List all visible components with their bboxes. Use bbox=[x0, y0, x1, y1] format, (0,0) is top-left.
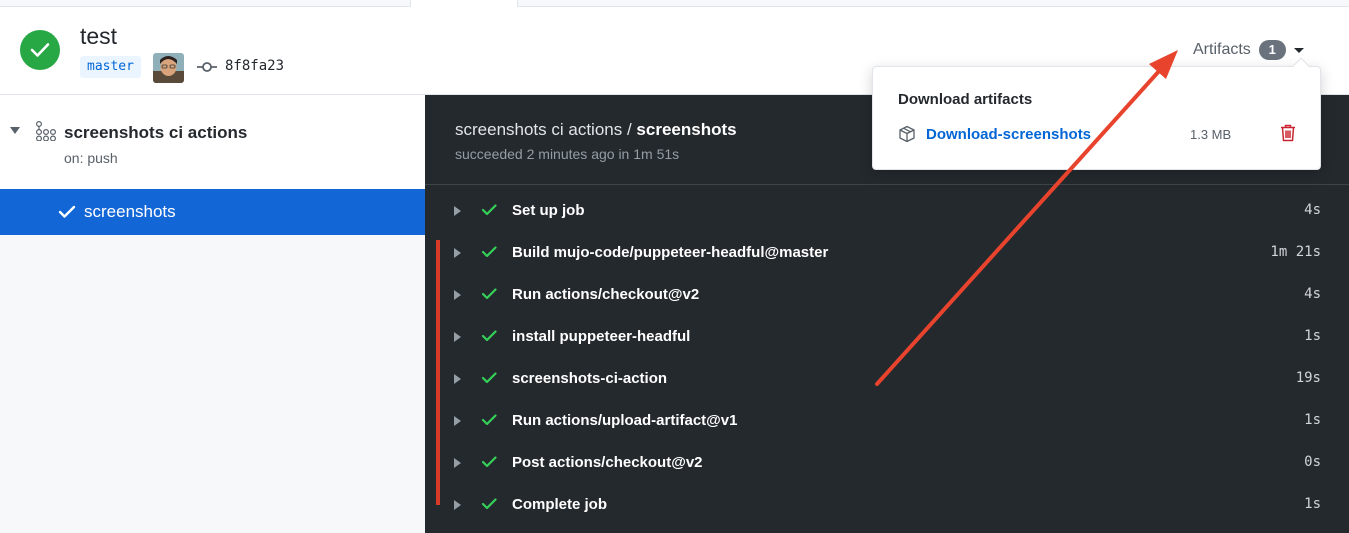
step-duration: 4s bbox=[1304, 286, 1321, 302]
commit-icon bbox=[197, 59, 217, 75]
trash-icon[interactable] bbox=[1280, 124, 1296, 142]
avatar[interactable] bbox=[153, 53, 184, 83]
step-name: screenshots-ci-action bbox=[512, 370, 668, 387]
sidebar-job-screenshots[interactable]: screenshots bbox=[0, 189, 425, 235]
artifacts-label: Artifacts bbox=[1193, 41, 1251, 58]
log-subtitle: succeeded 2 minutes ago in 1m 51s bbox=[455, 146, 680, 162]
annotation-highlight-bar bbox=[436, 240, 440, 505]
check-icon bbox=[481, 414, 497, 426]
chevron-down-icon bbox=[1293, 47, 1304, 53]
download-artifact-link[interactable]: Download-screenshots bbox=[926, 126, 1091, 143]
collapse-triangle-icon[interactable] bbox=[10, 127, 20, 134]
artifacts-dropdown-button[interactable]: Artifacts 1 bbox=[1193, 39, 1304, 61]
step-duration: 19s bbox=[1295, 370, 1321, 386]
check-icon bbox=[58, 205, 76, 218]
check-icon bbox=[481, 246, 497, 258]
log-step[interactable]: install puppeteer-headful 1s bbox=[425, 316, 1349, 358]
expand-triangle-icon[interactable] bbox=[454, 290, 461, 300]
log-title-workflow: screenshots ci actions / bbox=[455, 120, 637, 139]
step-name: Build mujo-code/puppeteer-headful@master bbox=[512, 244, 829, 261]
workflow-name: screenshots ci actions bbox=[64, 123, 248, 142]
step-duration: 1s bbox=[1304, 496, 1321, 512]
workflow-graph-icon bbox=[35, 120, 57, 142]
step-duration: 1m 21s bbox=[1270, 244, 1321, 260]
expand-triangle-icon[interactable] bbox=[454, 332, 461, 342]
expand-triangle-icon[interactable] bbox=[454, 500, 461, 510]
expand-triangle-icon[interactable] bbox=[454, 206, 461, 216]
divider bbox=[425, 184, 1349, 185]
check-icon bbox=[481, 498, 497, 510]
success-status-icon bbox=[20, 30, 60, 70]
run-title: test bbox=[80, 23, 118, 49]
dropdown-heading: Download artifacts bbox=[898, 91, 1033, 108]
log-step[interactable]: Post actions/checkout@v2 0s bbox=[425, 442, 1349, 484]
step-duration: 4s bbox=[1304, 202, 1321, 218]
step-name: Run actions/upload-artifact@v1 bbox=[512, 412, 738, 429]
package-icon bbox=[899, 125, 915, 143]
log-title-job: screenshots bbox=[636, 120, 737, 139]
job-label: screenshots bbox=[84, 202, 176, 221]
log-step[interactable]: Run actions/upload-artifact@v1 1s bbox=[425, 400, 1349, 442]
artifact-size: 1.3 MB bbox=[1190, 127, 1232, 142]
step-name: Post actions/checkout@v2 bbox=[512, 454, 703, 471]
check-icon bbox=[481, 372, 497, 384]
workflow-summary[interactable]: screenshots ci actions on: push bbox=[0, 95, 425, 189]
workflow-trigger: on: push bbox=[64, 150, 118, 166]
log-step[interactable]: Build mujo-code/puppeteer-headful@master… bbox=[425, 232, 1349, 274]
expand-triangle-icon[interactable] bbox=[454, 416, 461, 426]
artifact-row: Download-screenshots 1.3 MB bbox=[898, 122, 1298, 146]
step-duration: 1s bbox=[1304, 328, 1321, 344]
check-icon bbox=[481, 330, 497, 342]
tab-strip bbox=[0, 0, 1349, 8]
check-icon bbox=[481, 288, 497, 300]
step-name: Set up job bbox=[512, 202, 585, 219]
log-title: screenshots ci actions / screenshots bbox=[455, 120, 737, 140]
check-icon bbox=[481, 204, 497, 216]
log-step[interactable]: Complete job 1s bbox=[425, 484, 1349, 526]
log-step[interactable]: Set up job 4s bbox=[425, 190, 1349, 232]
artifacts-count-badge: 1 bbox=[1258, 40, 1286, 60]
workflow-sidebar: screenshots ci actions on: push screensh… bbox=[0, 95, 425, 533]
log-step[interactable]: Run actions/checkout@v2 4s bbox=[425, 274, 1349, 316]
branch-badge[interactable]: master bbox=[80, 56, 141, 78]
step-duration: 0s bbox=[1304, 454, 1321, 470]
log-step[interactable]: screenshots-ci-action 19s bbox=[425, 358, 1349, 400]
expand-triangle-icon[interactable] bbox=[454, 458, 461, 468]
commit-sha-link[interactable]: 8f8fa23 bbox=[225, 58, 284, 74]
artifacts-dropdown-menu: Download artifacts Download-screenshots … bbox=[872, 57, 1321, 170]
step-name: Complete job bbox=[512, 496, 608, 513]
expand-triangle-icon[interactable] bbox=[454, 248, 461, 258]
expand-triangle-icon[interactable] bbox=[454, 374, 461, 384]
step-name: Run actions/checkout@v2 bbox=[512, 286, 700, 303]
step-duration: 1s bbox=[1304, 412, 1321, 428]
step-name: install puppeteer-headful bbox=[512, 328, 691, 345]
check-icon bbox=[481, 456, 497, 468]
